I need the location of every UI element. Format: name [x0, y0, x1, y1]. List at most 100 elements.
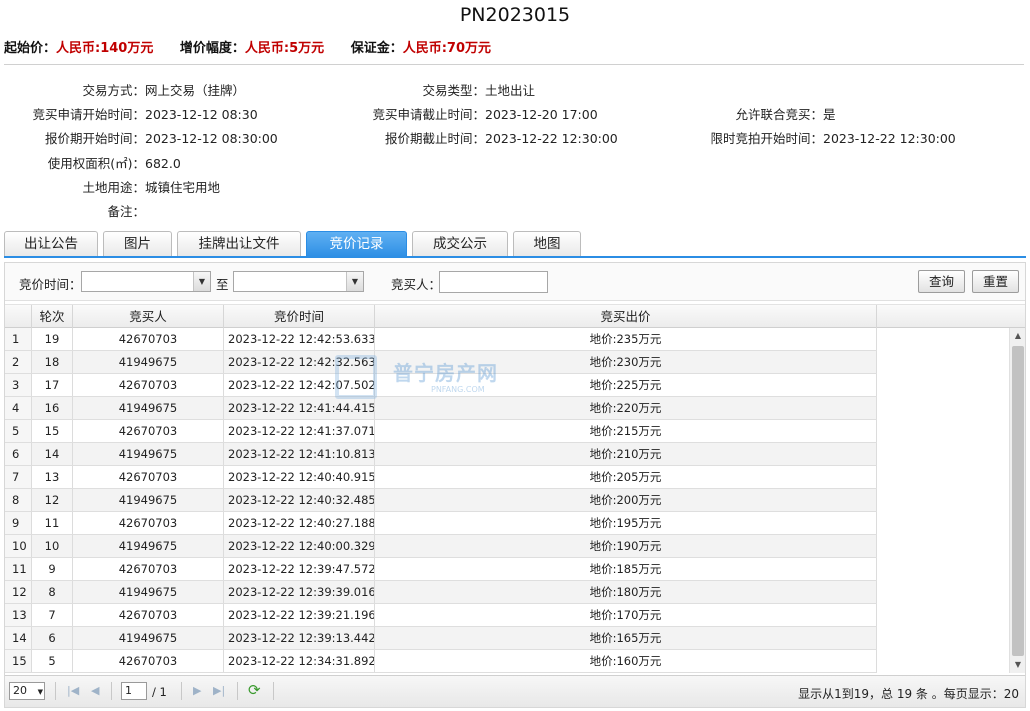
row-index: 14 [5, 627, 32, 649]
table-row[interactable]: 9 11 42670703 2023-12-22 12:40:27.188 地价:195… [5, 512, 877, 535]
bidder-input[interactable] [439, 271, 548, 293]
bid-time-cell: 2023-12-22 12:39:39.016 [224, 581, 375, 603]
bidder-cell: 42670703 [73, 558, 224, 580]
info-remark: 备注： [4, 201, 145, 220]
page-number-input[interactable]: 1 [121, 682, 147, 700]
pager-divider [181, 682, 182, 700]
bid-time-cell: 2023-12-22 12:41:37.071 [224, 420, 375, 442]
to-label: 至 [216, 277, 229, 292]
refresh-icon[interactable]: ⟳ [248, 681, 261, 699]
table-header: 轮次 竞买人 竞价时间 竞买出价 [5, 304, 1025, 328]
row-index: 6 [5, 443, 32, 465]
bid-time-start-select[interactable]: ▼ [81, 271, 211, 292]
filter-bar: 竞价时间： ▼ 至 ▼ 竞买人： 查询 重置 [5, 263, 1025, 301]
row-index: 15 [5, 650, 32, 672]
table-row[interactable]: 3 17 42670703 2023-12-22 12:42:07.502 地价:225… [5, 374, 877, 397]
row-index: 4 [5, 397, 32, 419]
reset-button[interactable]: 重置 [972, 270, 1019, 293]
tab-map[interactable]: 地图 [513, 231, 581, 256]
header-bidder[interactable]: 竞买人 [73, 305, 224, 328]
page-size-select[interactable]: 20 ▼ [9, 682, 45, 700]
bidder-cell: 42670703 [73, 420, 224, 442]
table-row[interactable]: 6 14 41949675 2023-12-22 12:41:10.813 地价:210… [5, 443, 877, 466]
info-value: 2023-12-22 12:30:00 [823, 131, 956, 146]
bidder-label: 竞买人： [391, 277, 442, 292]
bid-time-end-select[interactable]: ▼ [233, 271, 364, 292]
header-bid-price[interactable]: 竞买出价 [375, 305, 877, 328]
table-row[interactable]: 1 19 42670703 2023-12-22 12:42:53.633 地价:235… [5, 328, 877, 351]
table-row[interactable]: 14 6 41949675 2023-12-22 12:39:13.442 地价:165… [5, 627, 877, 650]
bid-time-cell: 2023-12-22 12:34:31.892 [224, 650, 375, 672]
round-cell: 8 [32, 581, 73, 603]
header-bid-time[interactable]: 竞价时间 [224, 305, 375, 328]
bid-time-cell: 2023-12-22 12:40:00.329 [224, 535, 375, 557]
table-row[interactable]: 5 15 42670703 2023-12-22 12:41:37.071 地价:215… [5, 420, 877, 443]
prev-page-icon[interactable]: ◀ [91, 684, 99, 697]
chevron-down-icon: ▼ [37, 688, 43, 696]
table-row[interactable]: 4 16 41949675 2023-12-22 12:41:44.415 地价:220… [5, 397, 877, 420]
bid-price-cell: 地价:165万元 [375, 627, 877, 649]
info-label: 使用权面积(㎡)： [47, 156, 145, 171]
tab-bid-records[interactable]: 竞价记录 [306, 231, 407, 258]
next-page-icon[interactable]: ▶ [193, 684, 201, 697]
bidder-cell: 41949675 [73, 489, 224, 511]
row-index: 13 [5, 604, 32, 626]
info-apply-start: 竞买申请开始时间：2023-12-12 08:30 [4, 104, 258, 123]
table-row[interactable]: 10 10 41949675 2023-12-22 12:40:00.329 地价:19… [5, 535, 877, 558]
query-button[interactable]: 查询 [918, 270, 965, 293]
increment-label: 增价幅度： [179, 41, 245, 56]
table-row[interactable]: 7 13 42670703 2023-12-22 12:40:40.915 地价:205… [5, 466, 877, 489]
pager-divider [111, 682, 112, 700]
chevron-down-icon[interactable]: ▼ [346, 272, 363, 291]
row-index: 7 [5, 466, 32, 488]
header-divider [4, 64, 1024, 65]
table-body: 1 19 42670703 2023-12-22 12:42:53.633 地价:235… [5, 328, 1009, 673]
last-page-icon[interactable]: ▶| [213, 684, 225, 697]
scroll-down-icon[interactable]: ▼ [1010, 657, 1026, 673]
bidder-cell: 41949675 [73, 443, 224, 465]
info-label: 竞买申请开始时间： [32, 107, 145, 122]
bid-price-cell: 地价:160万元 [375, 650, 877, 672]
round-cell: 13 [32, 466, 73, 488]
round-cell: 5 [32, 650, 73, 672]
table-row[interactable]: 2 18 41949675 2023-12-22 12:42:32.563 地价:230… [5, 351, 877, 374]
bid-time-cell: 2023-12-22 12:40:27.188 [224, 512, 375, 534]
tab-deal-publicity[interactable]: 成交公示 [412, 231, 508, 256]
scroll-up-icon[interactable]: ▲ [1010, 328, 1026, 344]
scroll-thumb[interactable] [1012, 346, 1024, 656]
round-cell: 17 [32, 374, 73, 396]
bid-time-cell: 2023-12-22 12:39:13.442 [224, 627, 375, 649]
bidder-cell: 42670703 [73, 604, 224, 626]
bid-price-cell: 地价:190万元 [375, 535, 877, 557]
info-value: 土地出让 [485, 83, 536, 98]
info-value: 2023-12-12 08:30:00 [145, 131, 278, 146]
tab-announcement[interactable]: 出让公告 [4, 231, 98, 256]
table-row[interactable]: 8 12 41949675 2023-12-22 12:40:32.485 地价:200… [5, 489, 877, 512]
bid-time-cell: 2023-12-22 12:40:32.485 [224, 489, 375, 511]
bid-price-cell: 地价:185万元 [375, 558, 877, 580]
info-value: 2023-12-12 08:30 [145, 107, 258, 122]
table-row[interactable]: 13 7 42670703 2023-12-22 12:39:21.196 地价:170… [5, 604, 877, 627]
bidder-cell: 42670703 [73, 466, 224, 488]
row-index: 3 [5, 374, 32, 396]
table-row[interactable]: 12 8 41949675 2023-12-22 12:39:39.016 地价:180… [5, 581, 877, 604]
bid-time-cell: 2023-12-22 12:41:44.415 [224, 397, 375, 419]
bidder-cell: 41949675 [73, 581, 224, 603]
tab-images[interactable]: 图片 [103, 231, 172, 256]
bid-time-label: 竞价时间： [19, 277, 82, 292]
table-scrollbar[interactable]: ▲ ▼ [1009, 328, 1025, 673]
bid-time-cell: 2023-12-22 12:42:07.502 [224, 374, 375, 396]
info-value: 是 [823, 107, 836, 122]
table-row[interactable]: 11 9 42670703 2023-12-22 12:39:47.572 地价:185… [5, 558, 877, 581]
info-area: 使用权面积(㎡)：682.0 [4, 153, 181, 172]
table-row[interactable]: 15 5 42670703 2023-12-22 12:34:31.892 地价:160… [5, 650, 877, 673]
tab-listing-documents[interactable]: 挂牌出让文件 [177, 231, 301, 256]
bid-price-cell: 地价:200万元 [375, 489, 877, 511]
first-page-icon[interactable]: |◀ [67, 684, 79, 697]
header-round[interactable]: 轮次 [32, 305, 73, 328]
info-label: 允许联合竞买： [735, 107, 823, 122]
round-cell: 7 [32, 604, 73, 626]
info-label: 竞买申请截止时间： [372, 107, 485, 122]
chevron-down-icon[interactable]: ▼ [193, 272, 210, 291]
row-index: 12 [5, 581, 32, 603]
